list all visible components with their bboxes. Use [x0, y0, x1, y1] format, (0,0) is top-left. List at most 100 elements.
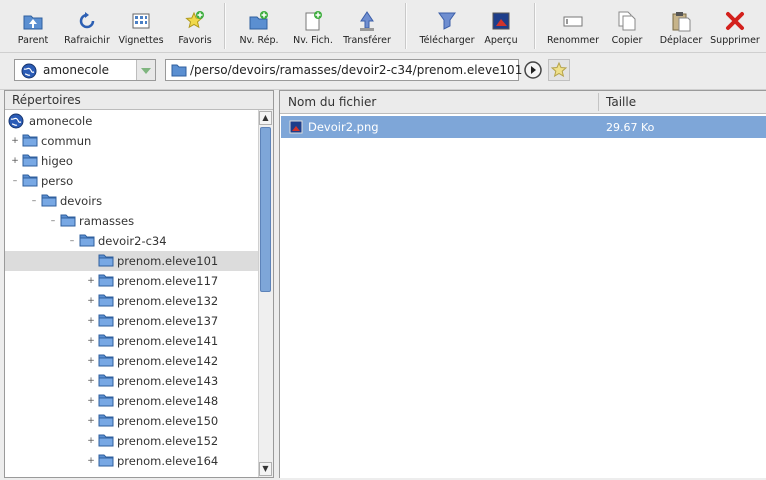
- transfer-button[interactable]: Transférer: [340, 2, 394, 50]
- tree-node[interactable]: + prenom.eleve132: [5, 291, 259, 311]
- expand-icon[interactable]: +: [11, 137, 19, 146]
- preview-button[interactable]: Aperçu: [474, 2, 528, 50]
- file-row[interactable]: Devoir2.png 29.67 Ko: [281, 116, 766, 138]
- expand-icon[interactable]: +: [87, 457, 95, 466]
- tree-node[interactable]: prenom.eleve101: [5, 251, 259, 271]
- column-separator[interactable]: [598, 93, 599, 111]
- parent-button-label: Parent: [17, 35, 49, 46]
- folder-add-icon: [248, 10, 270, 32]
- tree-node[interactable]: + prenom.eleve142: [5, 351, 259, 371]
- favorites-button[interactable]: Favoris: [168, 2, 222, 50]
- collapse-icon[interactable]: –: [49, 217, 57, 226]
- favorites-button-label: Favoris: [178, 35, 212, 46]
- refresh-icon: [76, 10, 98, 32]
- copy-button[interactable]: Copier: [600, 2, 654, 50]
- tree-node-label: commun: [41, 134, 92, 148]
- expand-icon[interactable]: +: [87, 397, 95, 406]
- go-button[interactable]: [523, 60, 543, 80]
- new-file-button[interactable]: Nv. Fich.: [286, 2, 340, 50]
- thumbnails-button-label: Vignettes: [118, 35, 164, 46]
- tree-node-label: prenom.eleve117: [117, 274, 219, 288]
- address-bar: amonecole /perso/devoirs/ramasses/devoir…: [0, 53, 766, 90]
- collapse-icon[interactable]: –: [68, 237, 76, 246]
- combobox-dropdown-arrow[interactable]: [136, 60, 155, 80]
- expand-icon[interactable]: +: [87, 357, 95, 366]
- folder-icon: [98, 433, 114, 450]
- download-icon: [436, 10, 458, 32]
- tree-node[interactable]: + prenom.eleve137: [5, 311, 259, 331]
- add-favorite-button[interactable]: [548, 59, 570, 81]
- tree-node[interactable]: + prenom.eleve141: [5, 331, 259, 351]
- folder-icon: [79, 233, 95, 250]
- thumbnails-button[interactable]: Vignettes: [114, 2, 168, 50]
- rename-button[interactable]: Renommer: [546, 2, 600, 50]
- tree-node[interactable]: – devoirs: [5, 191, 259, 211]
- delete-button[interactable]: Supprimer: [708, 2, 762, 50]
- new-directory-button[interactable]: Nv. Rép.: [232, 2, 286, 50]
- scroll-down-arrow[interactable]: ▼: [259, 462, 272, 476]
- toolbar-group-edit: Renommer Copier Déplacer Supprimer: [546, 2, 762, 50]
- thumbnails-icon: [130, 10, 152, 32]
- copy-icon: [616, 10, 638, 32]
- expand-icon[interactable]: +: [11, 157, 19, 166]
- toolbar-separator: [224, 3, 226, 49]
- tree-node-label: devoirs: [60, 194, 103, 208]
- scroll-up-arrow[interactable]: ▲: [259, 111, 272, 125]
- folder-icon: [41, 193, 57, 210]
- rename-button-label: Renommer: [546, 35, 600, 46]
- parent-button[interactable]: Parent: [6, 2, 60, 50]
- tree-node[interactable]: + prenom.eleve143: [5, 371, 259, 391]
- expand-icon[interactable]: +: [87, 377, 95, 386]
- tree-node[interactable]: – perso: [5, 171, 259, 191]
- folder-icon: [98, 333, 114, 350]
- new-directory-button-label: Nv. Rép.: [239, 35, 279, 46]
- star-add-icon: [184, 10, 206, 32]
- tree-node[interactable]: + prenom.eleve148: [5, 391, 259, 411]
- upload-icon: [356, 10, 378, 32]
- move-button-label: Déplacer: [659, 35, 703, 46]
- toolbar: Parent Rafraichir Vignettes Favoris Nv. …: [0, 0, 766, 53]
- refresh-button[interactable]: Rafraichir: [60, 2, 114, 50]
- folder-icon: [60, 213, 76, 230]
- column-header-size[interactable]: Taille: [606, 95, 636, 109]
- paste-icon: [670, 10, 692, 32]
- expand-icon[interactable]: +: [87, 437, 95, 446]
- star-icon: [550, 61, 568, 78]
- collapse-icon[interactable]: –: [11, 177, 19, 186]
- download-button[interactable]: Télécharger: [419, 2, 475, 50]
- folder-icon: [98, 393, 114, 410]
- tree-node[interactable]: + higeo: [5, 151, 259, 171]
- tree-node[interactable]: + prenom.eleve117: [5, 271, 259, 291]
- tree-node[interactable]: + prenom.eleve164: [5, 451, 259, 471]
- tree-node[interactable]: + commun: [5, 131, 259, 151]
- expand-icon[interactable]: +: [87, 317, 95, 326]
- expand-icon[interactable]: +: [87, 297, 95, 306]
- new-file-button-label: Nv. Fich.: [293, 35, 333, 46]
- server-combobox[interactable]: amonecole: [14, 59, 156, 81]
- folder-icon: [98, 293, 114, 310]
- expand-icon[interactable]: +: [87, 337, 95, 346]
- refresh-button-label: Rafraichir: [64, 35, 110, 46]
- column-header-filename[interactable]: Nom du fichier: [288, 95, 376, 109]
- folder-icon: [22, 153, 38, 170]
- collapse-icon[interactable]: –: [30, 197, 38, 206]
- tree-node[interactable]: – ramasses: [5, 211, 259, 231]
- play-circle-icon: [524, 61, 542, 79]
- scrollbar-thumb[interactable]: [260, 127, 271, 292]
- expand-icon[interactable]: +: [87, 417, 95, 426]
- expand-icon[interactable]: +: [87, 277, 95, 286]
- tree-node-label: prenom.eleve142: [117, 354, 219, 368]
- folder-icon: [22, 173, 38, 190]
- tree-node[interactable]: + prenom.eleve150: [5, 411, 259, 431]
- tree-root[interactable]: amonecole: [5, 111, 259, 131]
- tree-node[interactable]: + prenom.eleve152: [5, 431, 259, 451]
- folder-icon: [22, 133, 38, 150]
- tree-node[interactable]: – devoir2-c34: [5, 231, 259, 251]
- preview-button-label: Aperçu: [484, 35, 518, 46]
- path-field[interactable]: /perso/devoirs/ramasses/devoir2-c34/pren…: [165, 59, 522, 81]
- tree-node-label: prenom.eleve141: [117, 334, 219, 348]
- toolbar-separator: [534, 3, 536, 49]
- directory-tree-panel: Répertoires amonecole + commun + higeo – pers…: [4, 90, 274, 478]
- move-button[interactable]: Déplacer: [654, 2, 708, 50]
- tree-vertical-scrollbar[interactable]: ▲ ▼: [258, 110, 273, 477]
